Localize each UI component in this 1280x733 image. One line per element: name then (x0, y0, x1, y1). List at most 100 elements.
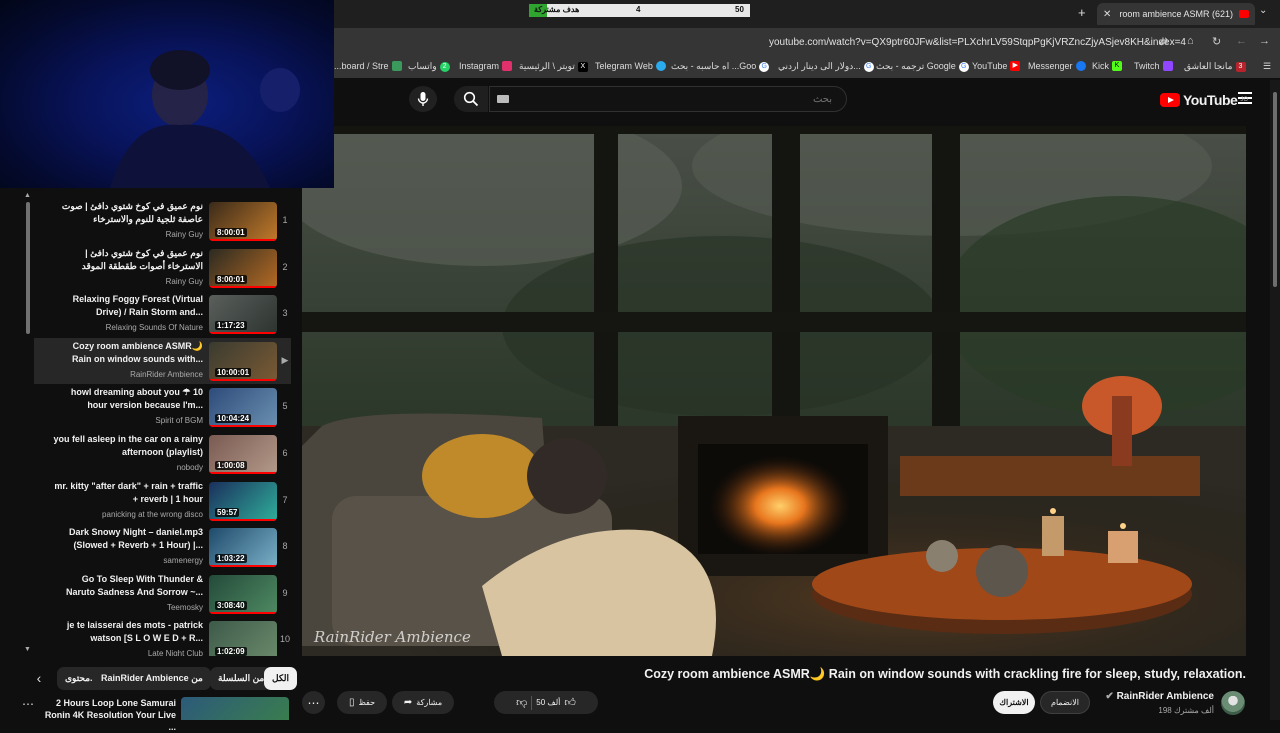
video-player[interactable]: RainRider Ambience (302, 126, 1246, 656)
cast-icon[interactable]: ⇄ (1159, 35, 1168, 48)
playlist-item-title[interactable]: howl dreaming about you ☂ 10 hour versio… (53, 386, 203, 412)
bookmark-item[interactable]: Telegram Web (595, 61, 666, 71)
playlist-item[interactable]: 8 1:03:22 Dark Snowy Night – daniel.mp3 (S… (34, 524, 291, 570)
google-icon: G (759, 61, 770, 72)
bookmark-item[interactable]: واتساب 2 (408, 61, 450, 72)
dislike-button[interactable]: 👎︎ (516, 696, 527, 709)
playlist-item[interactable]: 10 1:02:09 je te laisserai des mots - patr… (34, 617, 291, 656)
playlist-scroll-thumb[interactable] (26, 202, 30, 334)
playlist-item-title[interactable]: نوم عميق في كوخ شتوي دافئ | صوت عاصفة ثل… (53, 200, 203, 227)
more-actions-button[interactable]: ⋯ (302, 691, 325, 714)
channel-avatar[interactable] (1221, 691, 1245, 715)
playlist-item-title[interactable]: Go To Sleep With Thunder & Naruto Sadnes… (53, 573, 203, 599)
kick-icon: K (1112, 61, 1123, 71)
subscribe-button[interactable]: الاشتراك (993, 691, 1035, 714)
join-button[interactable]: الانضمام (1040, 691, 1090, 714)
search-icon (463, 91, 479, 107)
bookmark-icon: ▯ (348, 697, 355, 708)
bookmark-item[interactable]: ترجمه - بحث Google G (876, 61, 969, 72)
voice-search-button[interactable] (409, 86, 437, 112)
playlist-item-duration: 59:57 (215, 507, 240, 517)
chips-previous-icon[interactable]: ‹ (28, 667, 50, 690)
playlist-item[interactable]: 3 1:17:23 Relaxing Foggy Forest (Virtual D… (34, 291, 291, 337)
playlist-item-title[interactable]: نوم عميق في كوخ شتوي دافئ | الاسترخاء أص… (53, 247, 203, 274)
playlist-item-title[interactable]: Relaxing Foggy Forest (Virtual Drive) / … (53, 293, 203, 319)
bookmark-item[interactable]: اه حاسبه - بحث ...Goo G (671, 61, 770, 72)
playlist-item-thumbnail[interactable]: 10:00:01 (209, 341, 277, 381)
bookmark-label: Twitch (1134, 61, 1160, 71)
bookmark-item[interactable]: Messenger (1028, 61, 1086, 71)
bookmark-item[interactable]: Instagram (459, 61, 513, 71)
bookmark-item[interactable]: YouTube ▶ (972, 61, 1021, 71)
watch-progress-bar (209, 472, 277, 474)
playlist-scrollbar[interactable]: ▲ ▼ (22, 190, 34, 656)
chip-from-series[interactable]: من السلسلة (210, 667, 273, 690)
back-icon[interactable]: → (1259, 35, 1270, 47)
playlist-item-title[interactable]: je te laisserai des mots - patrick watso… (53, 619, 203, 645)
save-button[interactable]: ▯ حفظ (337, 691, 387, 714)
search-input[interactable] (490, 87, 846, 111)
bookmark-item[interactable]: دولار الى دينار اردني... G (778, 61, 874, 72)
close-tab-icon[interactable]: ✕ (1103, 9, 1111, 20)
messenger-icon (1075, 61, 1086, 71)
playlist-item-title[interactable]: you fell asleep in the car on a rainy af… (53, 433, 203, 459)
scroll-down-icon[interactable]: ▼ (24, 646, 31, 653)
chip-all[interactable]: الكل (264, 667, 298, 690)
home-icon[interactable]: ⌂ (1187, 35, 1194, 47)
share-button[interactable]: ➦ مشاركة (392, 691, 454, 714)
keyboard-icon[interactable] (497, 95, 509, 103)
page-scrollbar[interactable] (1270, 80, 1280, 720)
scroll-up-icon[interactable]: ▲ (24, 192, 31, 199)
bookmark-item[interactable]: Kick K (1092, 61, 1123, 71)
url-field[interactable]: youtube.com/watch?v=QX9ptr60JFw&list=PLX… (769, 37, 1186, 48)
tab-search-icon[interactable]: ⌄ (1259, 5, 1267, 16)
next-video-more-icon[interactable]: ⋯ (22, 697, 34, 711)
like-dislike-group: 👎︎ 50 ألف 👍︎ (494, 691, 598, 714)
tab-active[interactable]: (621) Cozy room ambience ASMR ✕ (1097, 3, 1255, 25)
playlist-item-thumbnail[interactable]: 1:02:09 (209, 621, 277, 656)
like-button[interactable]: 👍︎ (564, 696, 576, 709)
playlist-item[interactable]: 2 8:00:01 نوم عميق في كوخ شتوي دافئ | الاس… (34, 245, 291, 291)
like-count[interactable]: 50 ألف (536, 698, 560, 707)
forward-icon[interactable]: ← (1236, 35, 1247, 47)
verified-icon: ✔ (1105, 691, 1117, 702)
playlist-item-thumbnail[interactable]: 59:57 (209, 481, 277, 521)
playlist-item-thumbnail[interactable]: 1:00:08 (209, 435, 277, 474)
goal-current: 4 (636, 5, 641, 14)
playlist-item-title[interactable]: Dark Snowy Night – daniel.mp3 (Slowed + … (53, 526, 203, 552)
bookmark-label: اه حاسبه - بحث ...Goo (671, 61, 757, 71)
playlist-item-title[interactable]: Cozy room ambience ASMR🌙 Rain on window … (53, 340, 203, 366)
playlist-item[interactable]: 1 8:00:01 نوم عميق في كوخ شتوي دافئ | صوت … (34, 198, 291, 244)
chip-from-channel[interactable]: RainRider Ambience من (93, 667, 211, 690)
next-video-thumbnail[interactable] (181, 697, 289, 720)
playlist-item-thumbnail[interactable]: 8:00:01 (209, 248, 277, 288)
playlist-item[interactable]: 5 10:04:24 howl dreaming about you ☂ 10 ho… (34, 384, 291, 430)
playlist-item-thumbnail[interactable]: 1:17:23 (209, 295, 277, 335)
playlist-item[interactable]: 7 59:57 mr. kitty "after dark" + rain + tr… (34, 478, 291, 524)
playlist-item[interactable]: 6 1:00:08 you fell asleep in the car on a … (34, 431, 291, 477)
bookmark-item[interactable]: ...board / Stre (334, 61, 402, 71)
channel-name[interactable]: ✔ RainRider Ambience (1104, 691, 1214, 702)
channel-watermark: RainRider Ambience (314, 628, 471, 646)
bookmarks-menu-icon[interactable]: ☰ (1263, 61, 1271, 72)
bookmark-item[interactable]: مانجا العاشق 3 (1184, 61, 1246, 72)
bookmark-item[interactable]: Twitch (1134, 61, 1173, 71)
bookmark-item[interactable]: تويتر \ الرئيسية X (519, 61, 588, 72)
twitch-icon (1162, 61, 1173, 71)
playlist-item-title[interactable]: mr. kitty "after dark" + rain + traffic … (53, 480, 203, 506)
youtube-logo[interactable]: YouTube JO (1160, 92, 1248, 108)
telegram-icon (655, 61, 666, 71)
playlist-item-thumbnail[interactable]: 8:00:01 (209, 202, 277, 241)
playlist-item-current[interactable]: ▶ 10:00:01 Cozy room ambience ASMR🌙 Rain o… (34, 337, 291, 384)
bookmark-3-icon: 3 (1235, 61, 1246, 72)
playlist-item[interactable]: 9 3:08:40 Go To Sleep With Thunder & Narut… (34, 571, 291, 617)
playlist-item-thumbnail[interactable]: 10:04:24 (209, 388, 277, 428)
page-scroll-thumb[interactable] (1273, 92, 1277, 287)
search-button[interactable] (454, 86, 488, 112)
playlist-item-thumbnail[interactable]: 1:03:22 (209, 528, 277, 568)
next-video-title[interactable]: 2 Hours Loop Lone Samurai Ronin 4K Resol… (40, 697, 176, 733)
new-tab-button[interactable]: + (1078, 5, 1086, 20)
reload-icon[interactable]: ↻ (1212, 35, 1221, 48)
playlist-item-thumbnail[interactable]: 3:08:40 (209, 574, 277, 614)
search-box[interactable] (489, 86, 847, 112)
